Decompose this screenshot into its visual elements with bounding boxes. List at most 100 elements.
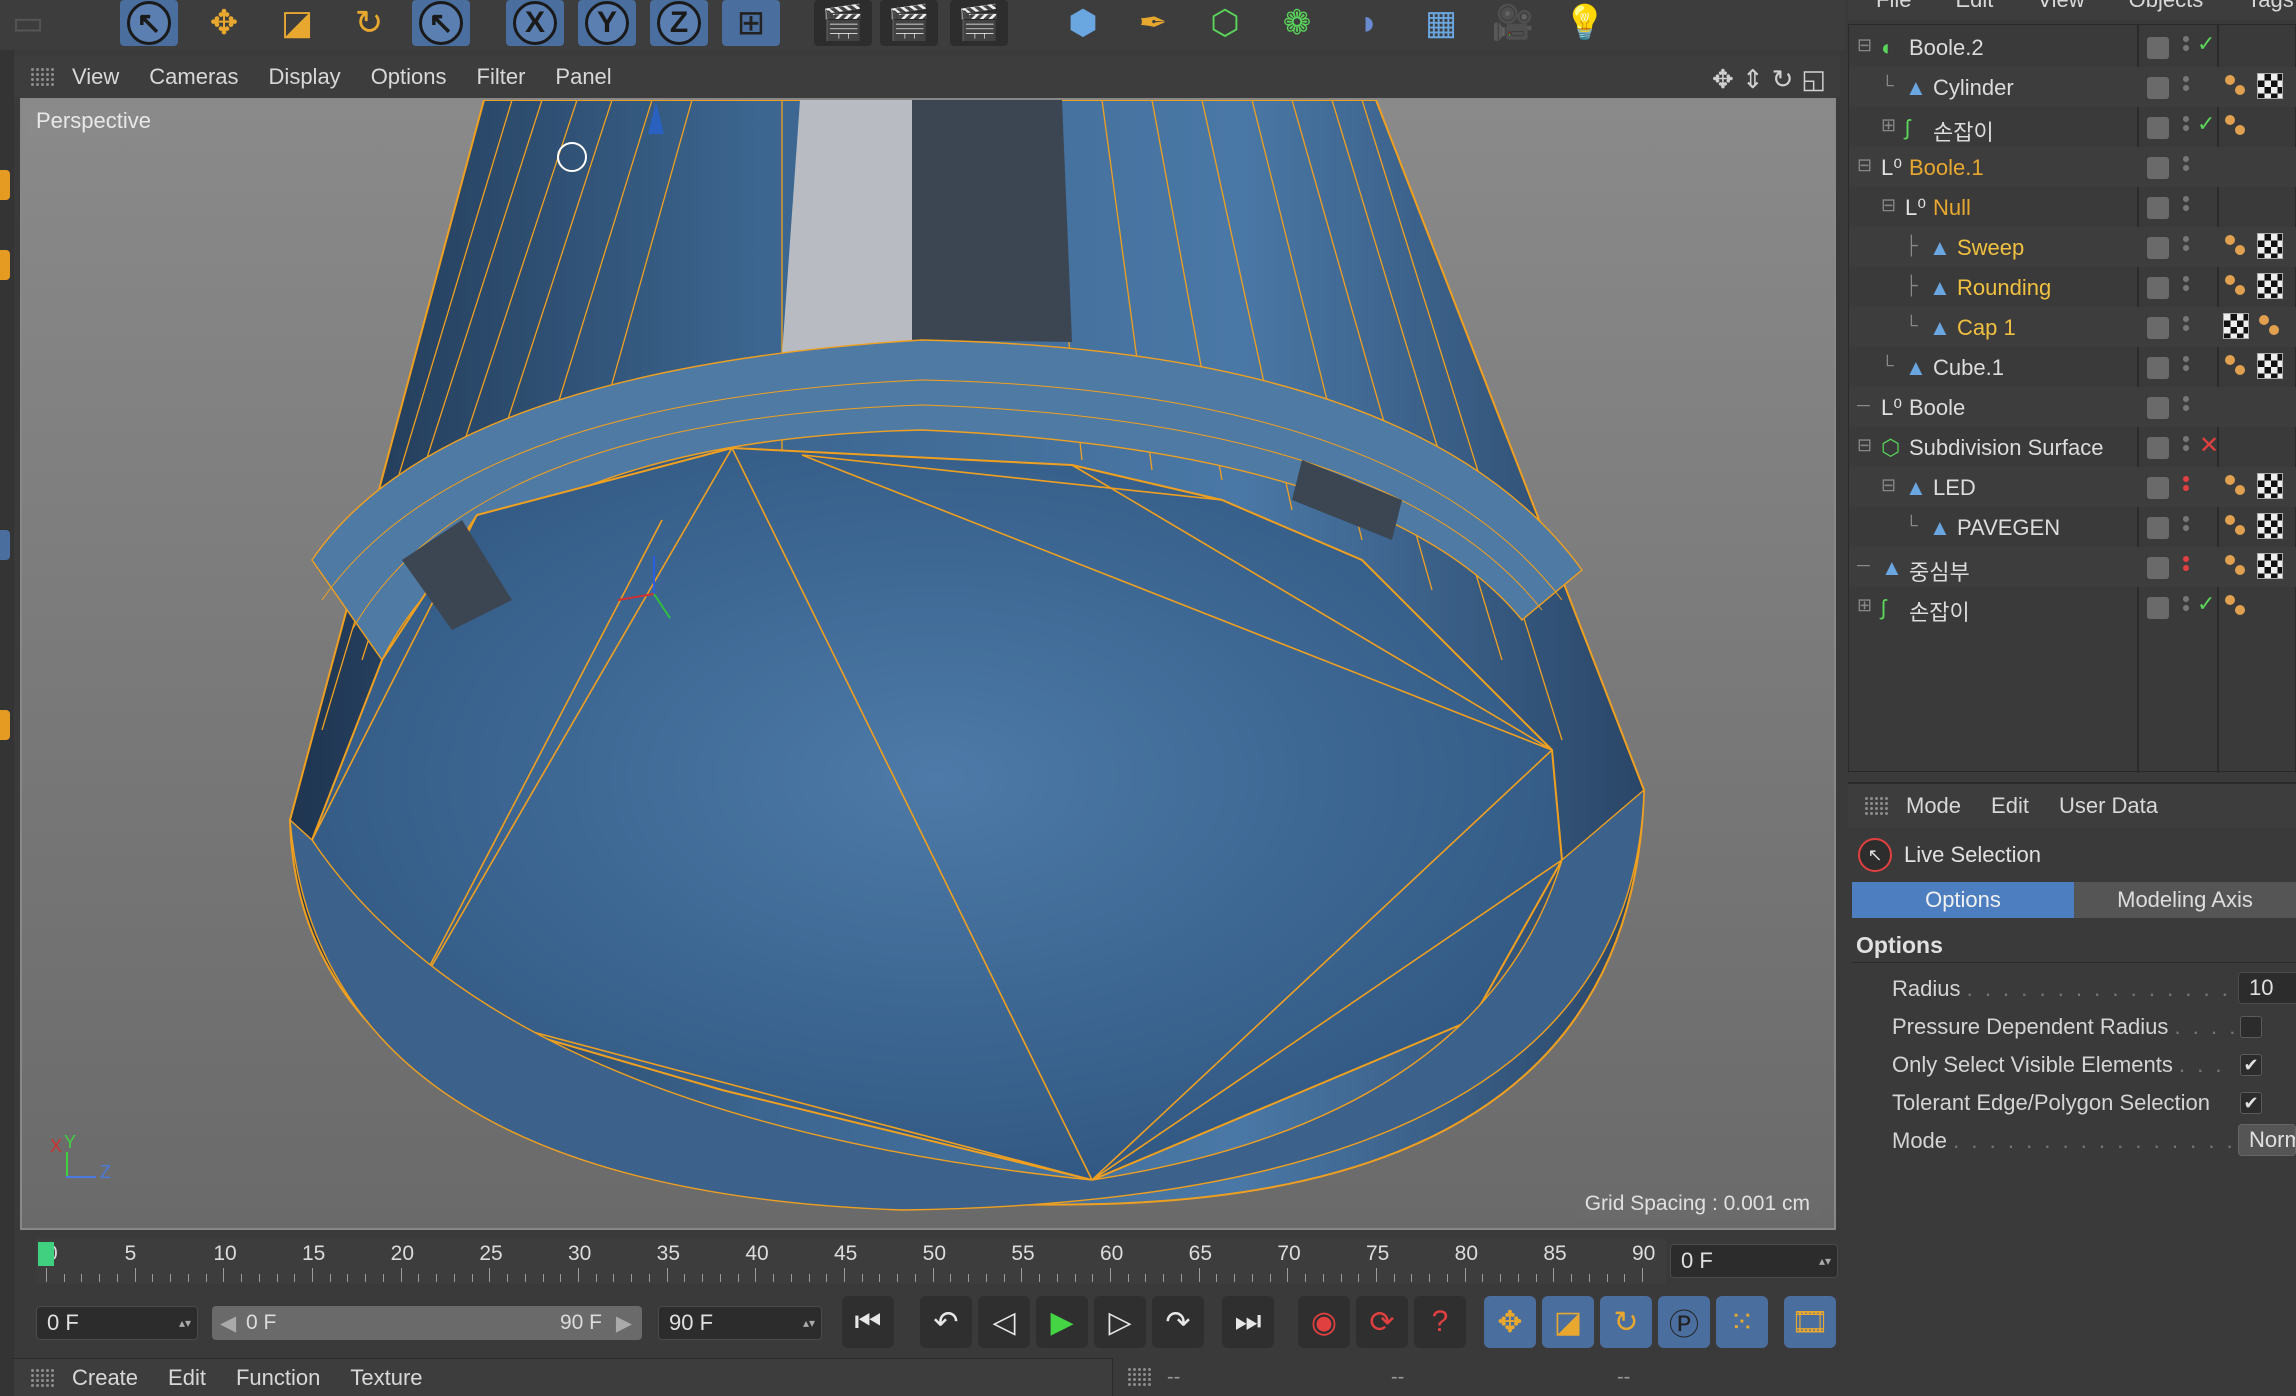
position-key-icon[interactable]: ✥ — [1484, 1296, 1536, 1348]
mode-dropdown[interactable]: Norm — [2238, 1124, 2296, 1156]
coordinate-system-icon[interactable]: ⊞ — [722, 0, 780, 46]
visibility-dots[interactable] — [2183, 193, 2191, 214]
floor-icon[interactable]: ▦ — [1412, 0, 1470, 46]
enabled-check-icon[interactable]: ✓ — [2197, 31, 2215, 57]
menu-create[interactable]: Create — [72, 1365, 138, 1391]
tab-options[interactable]: Options — [1852, 882, 2074, 918]
object-row[interactable]: ⊞ ʃ 손잡이 ✓ — [1849, 587, 2296, 627]
object-row[interactable]: └ ▲ Cap 1 — [1849, 307, 2296, 347]
undo-icon[interactable]: ▭ — [8, 0, 48, 46]
layer-visibility-box[interactable] — [2147, 117, 2169, 139]
next-key-icon[interactable]: ↷ — [1152, 1296, 1204, 1348]
visibility-dots[interactable] — [2183, 313, 2191, 334]
layer-visibility-box[interactable] — [2147, 317, 2169, 339]
menu-cameras[interactable]: Cameras — [149, 64, 238, 90]
tree-toggle-icon[interactable]: └ — [1881, 355, 1894, 376]
menu-mode[interactable]: Mode — [1906, 793, 1961, 819]
layer-visibility-box[interactable] — [2147, 517, 2169, 539]
layer-visibility-box[interactable] — [2147, 557, 2169, 579]
tree-toggle-icon[interactable]: ├ — [1905, 275, 1918, 296]
mode-marker[interactable] — [0, 530, 10, 560]
menu-panel[interactable]: Panel — [555, 64, 611, 90]
layer-visibility-box[interactable] — [2147, 597, 2169, 619]
record-key-icon[interactable]: ◉ — [1298, 1296, 1350, 1348]
phong-tag-icon[interactable] — [2223, 273, 2249, 299]
layer-visibility-box[interactable] — [2147, 37, 2169, 59]
grip-icon[interactable] — [30, 67, 56, 87]
object-row[interactable]: ─ L⁰ Boole — [1849, 387, 2296, 427]
phong-tag-icon[interactable] — [2223, 553, 2249, 579]
tree-toggle-icon[interactable]: └ — [1881, 75, 1894, 96]
visibility-dots[interactable] — [2183, 513, 2191, 534]
object-name[interactable]: 중심부 — [1909, 555, 1970, 587]
scale-key-icon[interactable]: ◪ — [1542, 1296, 1594, 1348]
layer-visibility-box[interactable] — [2147, 357, 2169, 379]
z-axis-lock[interactable]: Z — [650, 0, 708, 46]
visibility-dots[interactable] — [2183, 233, 2191, 254]
visibility-dots[interactable] — [2183, 273, 2191, 294]
radius-input[interactable]: 10 — [2238, 972, 2296, 1004]
range-left-arrow-icon[interactable]: ◀ — [220, 1311, 236, 1336]
visible-elements-checkbox[interactable]: ✔ — [2240, 1054, 2262, 1076]
object-row[interactable]: ├ ▲ Rounding — [1849, 267, 2296, 307]
tree-toggle-icon[interactable]: ├ — [1905, 235, 1918, 256]
object-name[interactable]: 손잡이 — [1909, 595, 1970, 627]
frame-range-slider[interactable]: ◀ 0 F 90 F ▶ — [212, 1306, 642, 1340]
rotate-tool-icon[interactable]: ↻ — [340, 0, 398, 46]
enabled-check-icon[interactable]: ✓ — [2197, 111, 2215, 137]
subdivision-surface-icon[interactable]: ⬡ — [1196, 0, 1254, 46]
light-icon[interactable]: 💡 — [1556, 0, 1614, 46]
tree-toggle-icon[interactable]: ⊟ — [1881, 195, 1896, 216]
material-tag-icon[interactable] — [2257, 553, 2283, 579]
object-name[interactable]: Rounding — [1957, 275, 2051, 301]
go-to-start-icon[interactable]: ⏮ — [842, 1296, 894, 1348]
menu-filter[interactable]: Filter — [477, 64, 526, 90]
grip-icon[interactable] — [1127, 1367, 1153, 1387]
layer-visibility-box[interactable] — [2147, 277, 2169, 299]
end-frame-field[interactable]: 90 F ▴▾ — [658, 1306, 822, 1340]
object-row[interactable]: ⊟ ▲ LED — [1849, 467, 2296, 507]
object-row[interactable]: ⊟ ◐ Boole.2 ✓ — [1849, 27, 2296, 67]
visibility-dots[interactable] — [2183, 433, 2191, 454]
object-name[interactable]: Cube.1 — [1933, 355, 2004, 381]
visibility-dots[interactable] — [2183, 393, 2191, 414]
move-tool-icon[interactable]: ✥ — [195, 0, 253, 46]
layer-visibility-box[interactable] — [2147, 77, 2169, 99]
menu-tags[interactable]: Tags — [2247, 0, 2293, 13]
material-tag-icon[interactable] — [2257, 353, 2283, 379]
bend-deformer-icon[interactable]: ◗ — [1340, 0, 1398, 46]
object-row[interactable]: ⊟ L⁰ Boole.1 — [1849, 147, 2296, 187]
rotation-key-icon[interactable]: ↻ — [1600, 1296, 1652, 1348]
menu-edit[interactable]: Edit — [168, 1365, 206, 1391]
grip-icon[interactable] — [30, 1367, 56, 1388]
tree-toggle-icon[interactable]: ⊞ — [1857, 595, 1872, 616]
pan-icon[interactable]: ✥ — [1712, 64, 1734, 95]
spin-icon[interactable]: ▴▾ — [1819, 1254, 1831, 1268]
tolerant-selection-checkbox[interactable]: ✔ — [2240, 1092, 2262, 1114]
visibility-dots[interactable] — [2183, 73, 2191, 94]
cloner-icon[interactable]: ❁ — [1268, 0, 1326, 46]
spin-icon[interactable]: ▴▾ — [803, 1316, 815, 1330]
play-icon[interactable]: ▶ — [1036, 1296, 1088, 1348]
tree-toggle-icon[interactable]: ⊟ — [1881, 475, 1896, 496]
start-frame-field[interactable]: 0 F ▴▾ — [36, 1306, 198, 1340]
object-name[interactable]: 손잡이 — [1933, 115, 1994, 147]
film-strip-icon[interactable]: 🎞 — [1784, 1296, 1836, 1348]
object-name[interactable]: Boole.2 — [1909, 35, 1984, 61]
previous-key-icon[interactable]: ↶ — [920, 1296, 972, 1348]
layer-visibility-box[interactable] — [2147, 157, 2169, 179]
object-name[interactable]: PAVEGEN — [1957, 515, 2060, 541]
object-name[interactable]: Cap 1 — [1957, 315, 2016, 341]
maximize-icon[interactable]: ◱ — [1801, 64, 1826, 95]
object-name[interactable]: Boole.1 — [1909, 155, 1984, 181]
current-frame-field[interactable]: 0 F ▴▾ — [1670, 1244, 1838, 1278]
disabled-x-icon[interactable]: ✕ — [2199, 431, 2219, 460]
range-right-arrow-icon[interactable]: ▶ — [616, 1311, 632, 1336]
menu-user-data[interactable]: User Data — [2059, 793, 2158, 819]
cube-primitive-icon[interactable]: ⬢ — [1054, 0, 1112, 46]
tree-toggle-icon[interactable]: ─ — [1857, 555, 1870, 576]
next-frame-icon[interactable]: ▷ — [1094, 1296, 1146, 1348]
keyframe-selection-icon[interactable]: ? — [1414, 1296, 1466, 1348]
timeline-ruler[interactable]: 051015202530354045505560657075808590 — [36, 1238, 1666, 1284]
x-axis-lock[interactable]: X — [506, 0, 564, 46]
